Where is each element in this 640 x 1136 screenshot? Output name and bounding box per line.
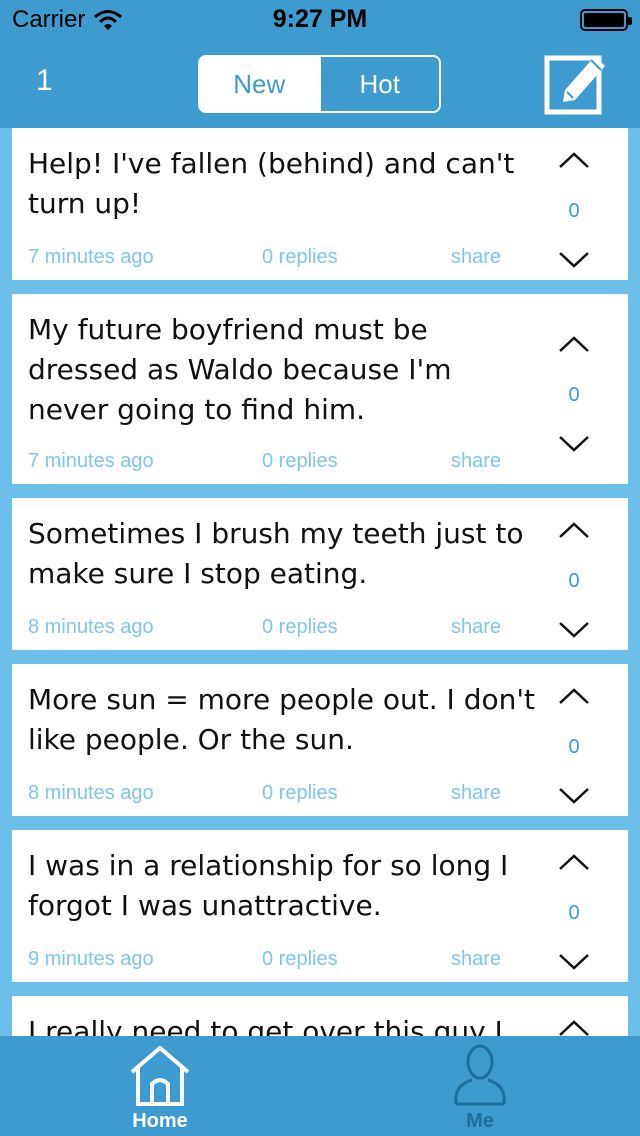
share-link[interactable]: share — [451, 246, 501, 269]
post-card[interactable]: Sometimes I brush my teeth just to make … — [12, 498, 628, 650]
vote-count: 0 — [568, 902, 580, 924]
downvote-icon[interactable] — [556, 952, 592, 972]
replies-link[interactable]: 0 replies — [262, 246, 338, 269]
vote-count: 0 — [568, 200, 580, 222]
person-icon — [454, 1044, 506, 1106]
vote-count: 0 — [568, 384, 580, 406]
battery-fill — [584, 13, 624, 27]
upvote-icon[interactable] — [556, 520, 592, 540]
share-link[interactable]: share — [451, 948, 501, 971]
post-feed[interactable]: Help! I've fallen (behind) and can't tur… — [0, 128, 640, 1036]
upvote-icon[interactable] — [556, 1018, 592, 1036]
post-text: More sun = more people out. I don't like… — [28, 683, 536, 756]
vote-count: 0 — [568, 736, 580, 758]
tab-new[interactable]: New — [200, 57, 319, 111]
post-time: 8 minutes ago — [28, 616, 154, 638]
downvote-icon[interactable] — [556, 786, 592, 806]
share-link[interactable]: share — [451, 782, 501, 805]
post-card[interactable]: I really need to get over this guy I — [12, 996, 628, 1036]
home-icon — [130, 1045, 190, 1106]
tab-home-label: Home — [132, 1110, 188, 1132]
downvote-icon[interactable] — [556, 434, 592, 454]
share-link[interactable]: share — [451, 450, 501, 473]
post-card[interactable]: My future boyfriend must be dressed as W… — [12, 294, 628, 484]
tab-hot[interactable]: Hot — [318, 57, 439, 111]
post-text: My future boyfriend must be dressed as W… — [28, 313, 452, 426]
header-count: 1 — [36, 64, 53, 97]
replies-link[interactable]: 0 replies — [262, 450, 338, 473]
downvote-icon[interactable] — [556, 250, 592, 270]
compose-icon[interactable] — [543, 48, 609, 116]
post-text: Sometimes I brush my teeth just to make … — [28, 517, 524, 590]
replies-link[interactable]: 0 replies — [262, 782, 338, 805]
upvote-icon[interactable] — [556, 686, 592, 706]
tab-me-label: Me — [466, 1110, 494, 1132]
post-time: 7 minutes ago — [28, 246, 154, 268]
replies-link[interactable]: 0 replies — [262, 616, 338, 639]
tab-home[interactable]: Home — [0, 1036, 320, 1136]
upvote-icon[interactable] — [556, 852, 592, 872]
post-text: I really need to get over this guy I — [28, 1015, 503, 1036]
status-time: 9:27 PM — [272, 5, 368, 33]
upvote-icon[interactable] — [556, 334, 592, 354]
post-text: Help! I've fallen (behind) and can't tur… — [28, 147, 515, 220]
status-bar: Carrier 9:27 PM — [0, 0, 640, 40]
post-text: I was in a relationship for so long I fo… — [28, 849, 509, 922]
vote-count: 0 — [568, 570, 580, 592]
post-card[interactable]: I was in a relationship for so long I fo… — [12, 830, 628, 982]
nav-bar: 1 New Hot — [0, 40, 640, 128]
post-time: 7 minutes ago — [28, 450, 154, 472]
feed-segmented-control: New Hot — [198, 55, 441, 113]
post-card[interactable]: More sun = more people out. I don't like… — [12, 664, 628, 816]
post-card[interactable]: Help! I've fallen (behind) and can't tur… — [12, 128, 628, 280]
post-time: 8 minutes ago — [28, 782, 154, 804]
tab-me[interactable]: Me — [320, 1036, 640, 1136]
upvote-icon[interactable] — [556, 150, 592, 170]
battery-icon — [580, 9, 632, 31]
replies-link[interactable]: 0 replies — [262, 948, 338, 971]
share-link[interactable]: share — [451, 616, 501, 639]
downvote-icon[interactable] — [556, 620, 592, 640]
tab-bar: Home Me — [0, 1036, 640, 1136]
post-time: 9 minutes ago — [28, 948, 154, 970]
